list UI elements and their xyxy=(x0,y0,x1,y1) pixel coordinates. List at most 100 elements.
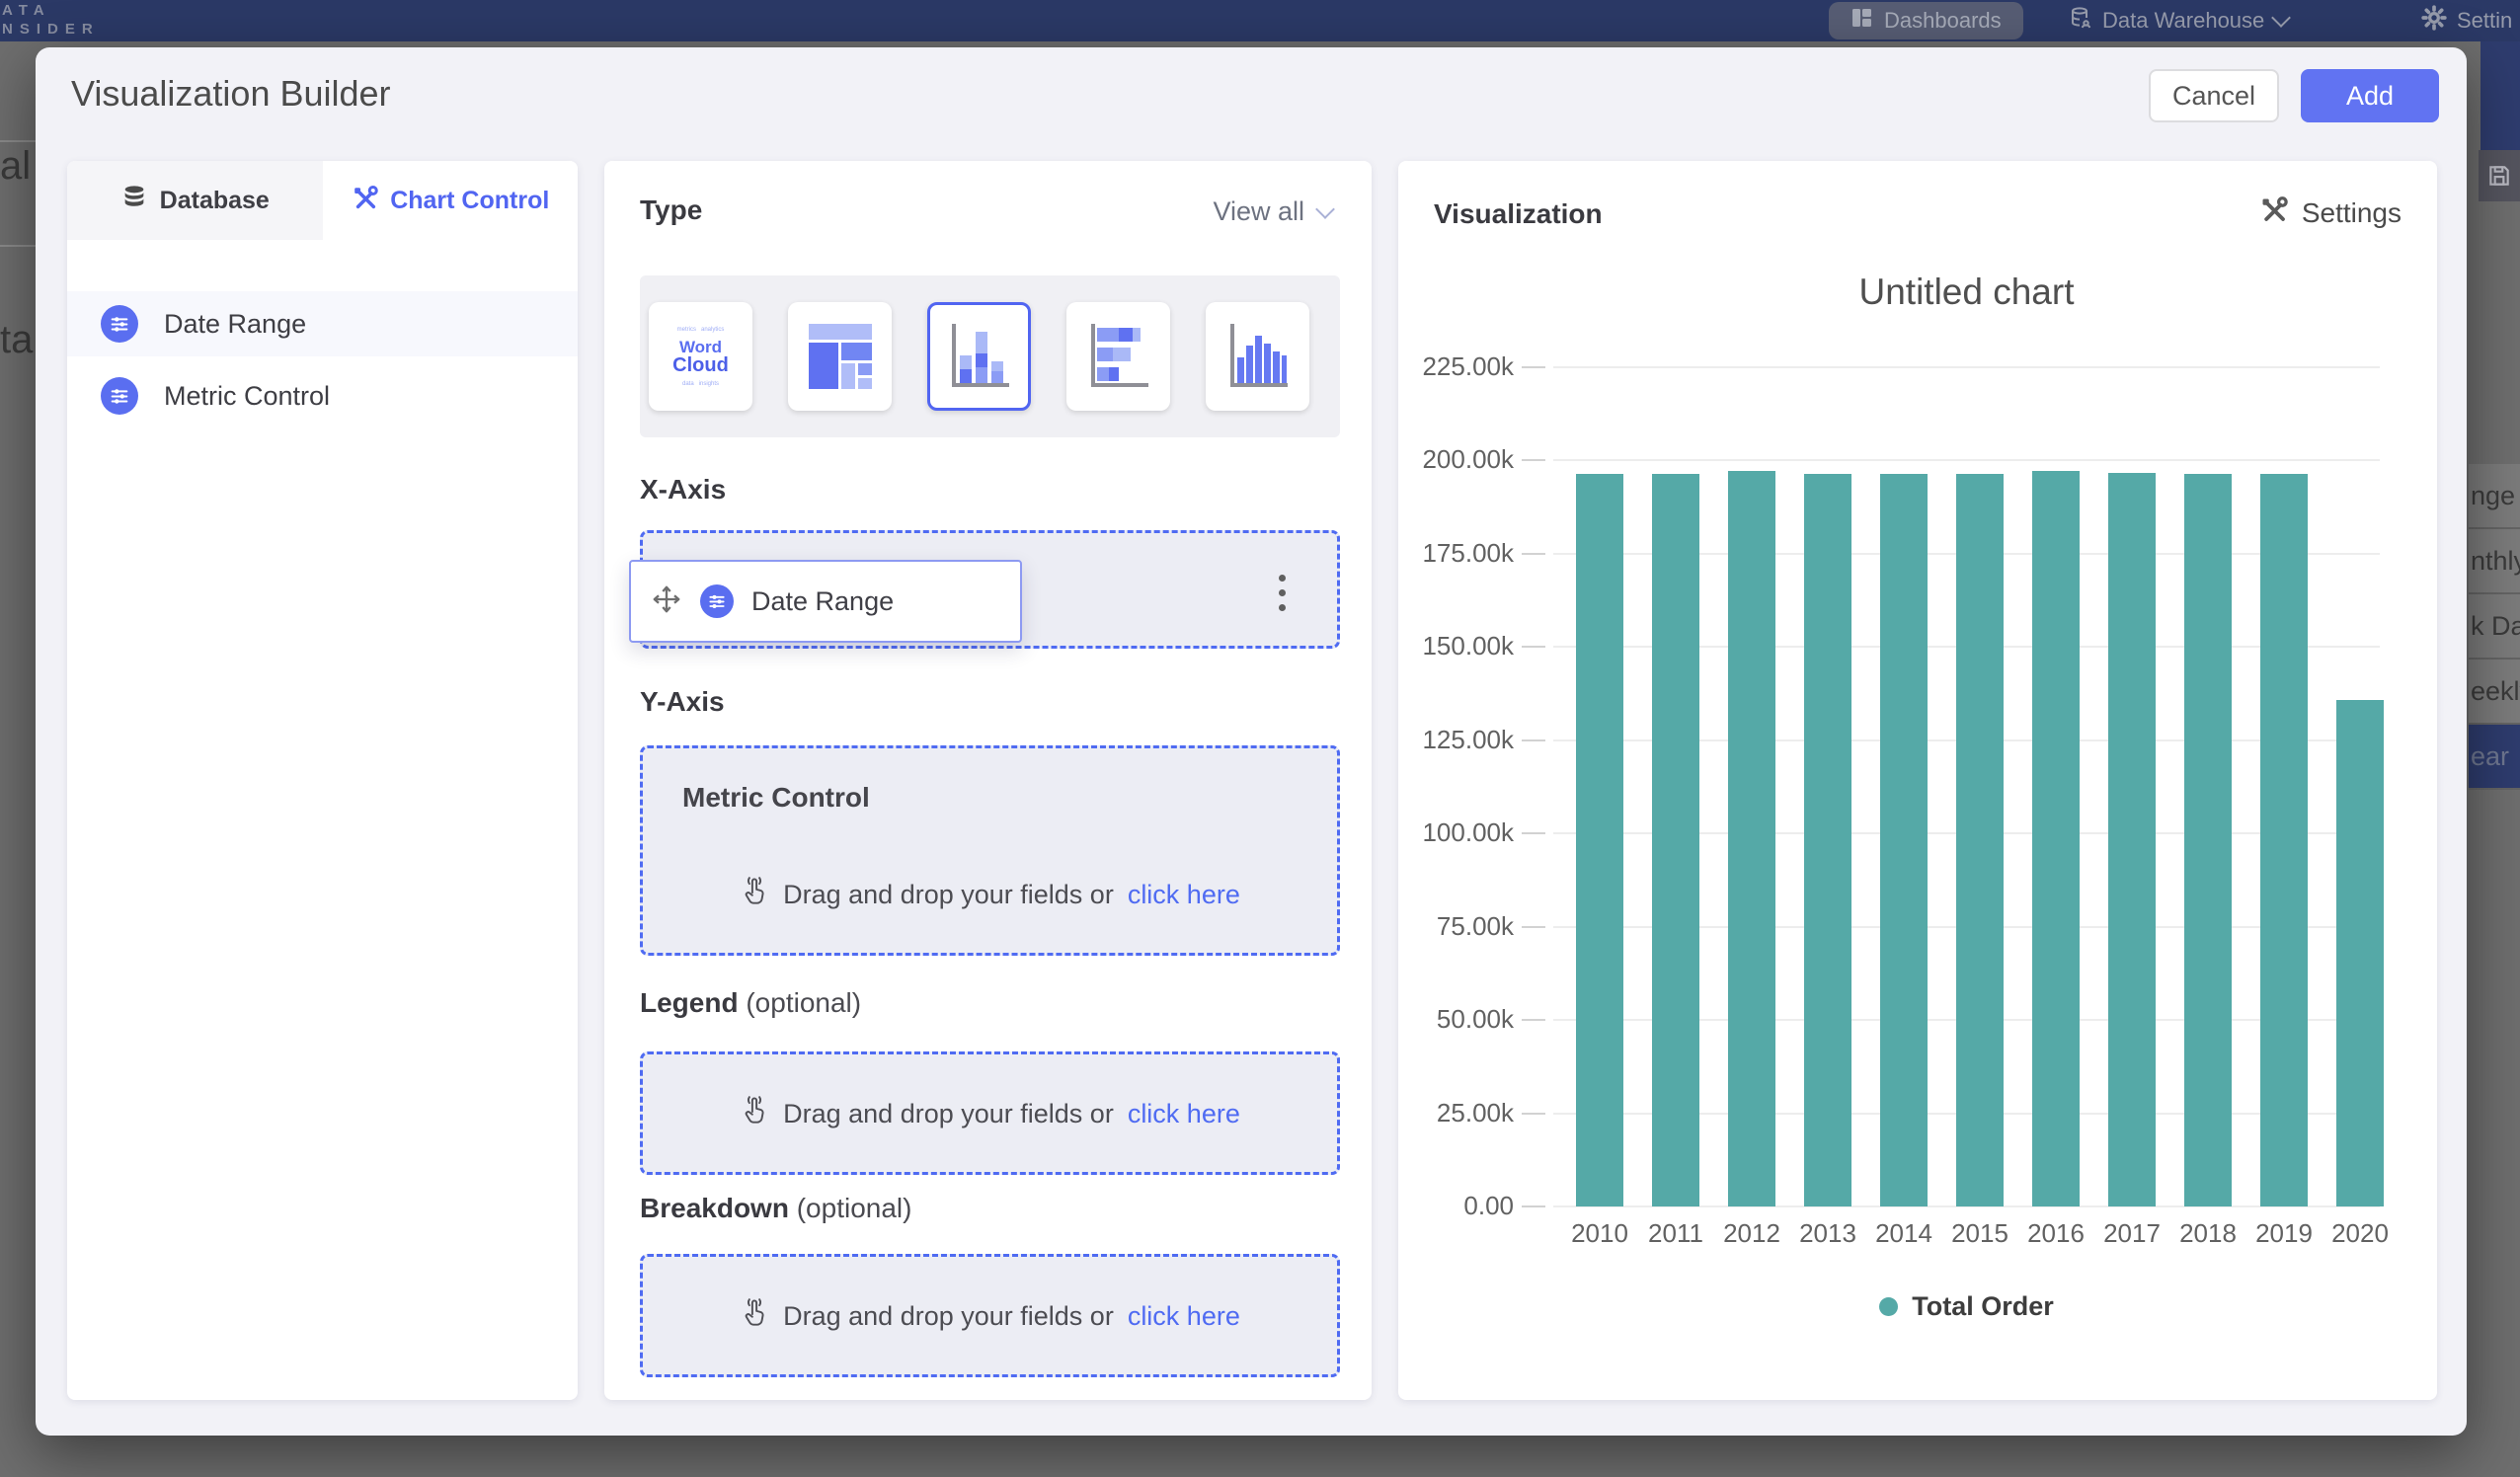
legend-series-label: Total Order xyxy=(1912,1291,2054,1322)
move-icon xyxy=(651,583,682,620)
nav-settings[interactable]: Settin xyxy=(2421,0,2512,41)
chart-type-column[interactable] xyxy=(1206,302,1309,411)
chart-type-treemap[interactable] xyxy=(788,302,892,411)
dashboard-grid-icon xyxy=(1851,6,1874,36)
y-tick-label: 175.00k xyxy=(1385,538,1514,569)
tab-chart-control-label: Chart Control xyxy=(390,187,549,215)
breakdown-section-label: Breakdown (optional) xyxy=(640,1193,911,1224)
legend-drop-zone[interactable]: Drag and drop your fields or click here xyxy=(640,1051,1340,1175)
database-icon xyxy=(2069,6,2092,36)
y-tick-label: 50.00k xyxy=(1385,1004,1514,1035)
y-tick-label: 25.00k xyxy=(1385,1098,1514,1128)
x-tick-label: 2019 xyxy=(2244,1218,2323,1249)
tab-chart-control[interactable]: Chart Control xyxy=(323,161,579,240)
y-tick-label: 0.00 xyxy=(1385,1191,1514,1221)
y-tick xyxy=(1522,459,1545,461)
chart-type-word-cloud[interactable]: metrics analytics Word Cloud data insigh… xyxy=(649,302,752,411)
visualization-panel-title: Visualization xyxy=(1434,198,1603,230)
nav-data-warehouse-label: Data Warehouse xyxy=(2102,8,2264,34)
tools-icon xyxy=(351,184,378,218)
chevron-down-icon xyxy=(1315,199,1335,219)
panel-tabs: Database Chart Control xyxy=(67,161,578,240)
bar-2020 xyxy=(2336,700,2384,1206)
y-tick xyxy=(1522,1113,1545,1115)
more-options-icon[interactable] xyxy=(1279,575,1286,611)
x-tick-label: 2020 xyxy=(2321,1218,2400,1249)
click-here-link[interactable]: click here xyxy=(1128,1301,1240,1332)
visualization-builder-modal: Visualization Builder Cancel Add Databas… xyxy=(36,47,2467,1436)
drop-hint-text: Drag and drop your fields or xyxy=(783,880,1114,910)
backdrop-menu-item[interactable]: k Date xyxy=(2469,594,2520,660)
backdrop-menu-item[interactable]: eekly xyxy=(2469,660,2520,725)
bar-2018 xyxy=(2184,474,2232,1206)
y-tick-label: 150.00k xyxy=(1385,631,1514,661)
y-tick xyxy=(1522,1205,1545,1207)
sliders-icon xyxy=(700,584,734,618)
y-tick-label: 125.00k xyxy=(1385,725,1514,755)
y-tick xyxy=(1522,553,1545,555)
x-tick-label: 2011 xyxy=(1636,1218,1715,1249)
backdrop-divider xyxy=(0,140,36,142)
tools-icon xyxy=(2258,194,2288,231)
cancel-button[interactable]: Cancel xyxy=(2149,69,2279,122)
drop-hint-text: Drag and drop your fields or xyxy=(783,1099,1114,1129)
bar-2012 xyxy=(1728,471,1775,1206)
x-tick-label: 2015 xyxy=(1940,1218,2019,1249)
y-axis-drop-zone[interactable]: Metric Control Drag and drop your fields… xyxy=(640,745,1340,956)
x-tick-label: 2014 xyxy=(1864,1218,1943,1249)
date-range-field-chip[interactable]: Date Range xyxy=(629,560,1022,643)
backdrop-menu-item[interactable]: ear xyxy=(2469,725,2520,790)
database-icon xyxy=(120,184,148,218)
chart-type-strip: metrics analytics Word Cloud data insigh… xyxy=(640,275,1340,437)
backdrop-menu-item[interactable]: nthly xyxy=(2469,529,2520,594)
add-button[interactable]: Add xyxy=(2301,69,2439,122)
tab-database-label: Database xyxy=(160,187,270,215)
field-item-metric-control[interactable]: Metric Control xyxy=(67,363,578,428)
y-tick xyxy=(1522,1019,1545,1021)
y-tick xyxy=(1522,926,1545,928)
sliders-icon xyxy=(101,305,138,343)
view-all-dropdown[interactable]: View all xyxy=(1213,196,1332,227)
chip-label: Date Range xyxy=(751,586,894,617)
app-top-bar: ATA NSIDER Dashboards Data Warehouse xyxy=(0,0,2520,41)
y-tick-label: 100.00k xyxy=(1385,817,1514,848)
click-here-link[interactable]: click here xyxy=(1128,1099,1240,1129)
chart-type-stacked-bar[interactable] xyxy=(1066,302,1170,411)
chart-title: Untitled chart xyxy=(1553,272,2380,313)
gridline xyxy=(1553,366,2380,368)
sliders-icon xyxy=(101,377,138,415)
page-title: Visualization Builder xyxy=(71,73,391,115)
bar-2011 xyxy=(1652,474,1699,1206)
fields-panel: Database Chart Control xyxy=(67,161,578,1400)
y-axis-section-label: Y-Axis xyxy=(640,686,725,718)
gridline xyxy=(1553,459,2380,461)
backdrop-menu-item[interactable]: nge xyxy=(2469,464,2520,529)
y-tick xyxy=(1522,646,1545,648)
click-here-link[interactable]: click here xyxy=(1128,880,1240,910)
builder-panel: Type View all metrics analytics Word Clo… xyxy=(604,161,1372,1400)
chart-type-stacked-column[interactable] xyxy=(927,302,1031,411)
bar-2010 xyxy=(1576,474,1623,1206)
click-hand-icon xyxy=(740,1296,769,1337)
bar-2015 xyxy=(1956,474,2004,1206)
x-tick-label: 2016 xyxy=(2016,1218,2095,1249)
breakdown-drop-zone[interactable]: Drag and drop your fields or click here xyxy=(640,1254,1340,1377)
x-tick-label: 2012 xyxy=(1712,1218,1791,1249)
legend-section-label: Legend (optional) xyxy=(640,987,861,1019)
gear-icon xyxy=(2421,5,2447,37)
nav-dashboards-label: Dashboards xyxy=(1884,8,2002,34)
y-tick xyxy=(1522,832,1545,834)
tab-database[interactable]: Database xyxy=(67,161,323,240)
nav-dashboards[interactable]: Dashboards xyxy=(1829,2,2023,39)
y-tick-label: 200.00k xyxy=(1385,444,1514,475)
field-item-date-range[interactable]: Date Range xyxy=(67,291,578,356)
x-axis-drop-zone[interactable]: Date Range xyxy=(640,530,1340,649)
save-icon[interactable] xyxy=(2479,150,2520,201)
nav-data-warehouse[interactable]: Data Warehouse xyxy=(2069,0,2288,41)
app-logo: ATA NSIDER xyxy=(2,1,100,39)
settings-button[interactable]: Settings xyxy=(2258,194,2402,231)
nav-settings-label: Settin xyxy=(2457,8,2512,34)
bar-2014 xyxy=(1880,474,1928,1206)
field-item-label: Date Range xyxy=(164,309,306,340)
visualization-panel: Visualization Settings Untitled chart 22… xyxy=(1398,161,2437,1400)
